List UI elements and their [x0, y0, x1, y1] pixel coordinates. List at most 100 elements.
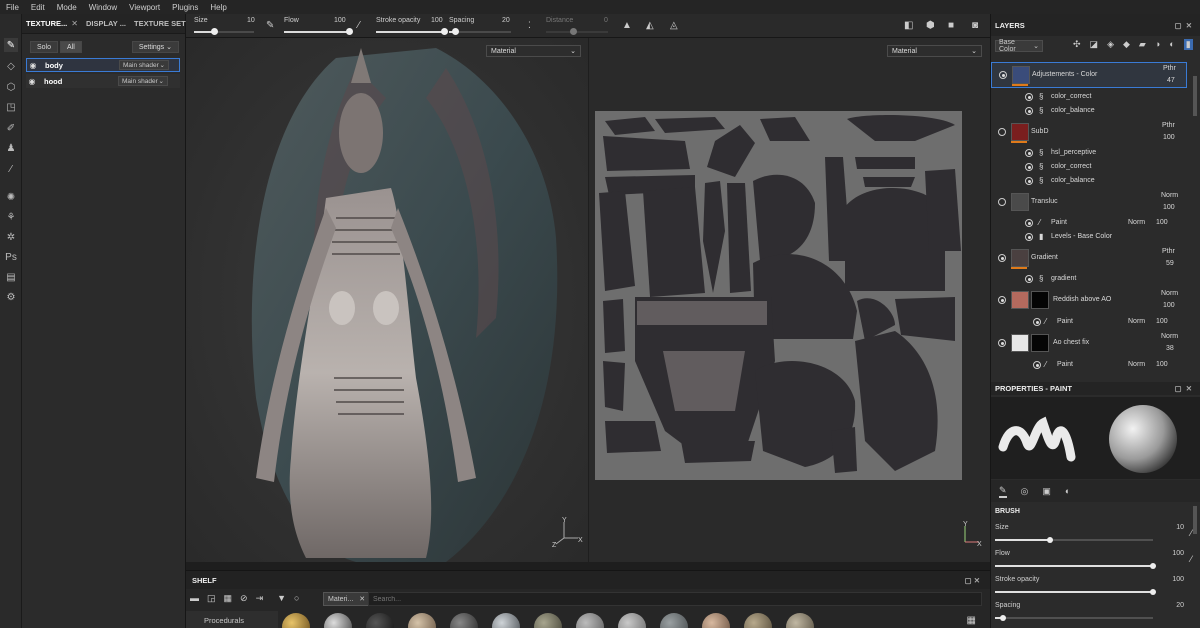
- clone-stamp-icon[interactable]: ♟: [4, 141, 18, 155]
- blend-mode[interactable]: Norm: [1128, 318, 1145, 325]
- pen-pressure-icon[interactable]: ⁄: [358, 20, 360, 31]
- material-thumb-gold[interactable]: [282, 613, 310, 628]
- effect-paint[interactable]: ⁄ Paint Norm 100: [991, 315, 1187, 329]
- smudge-icon[interactable]: ✐: [4, 121, 18, 135]
- grid-view-icon[interactable]: ▦: [967, 615, 976, 626]
- layer-adjustements-color[interactable]: Adjustements - Color Pthr 47: [991, 62, 1187, 88]
- brush-stroke-opacity-knob[interactable]: [1150, 589, 1156, 595]
- brush-spacing-value[interactable]: 20: [1176, 602, 1184, 609]
- size-value[interactable]: 10: [247, 17, 255, 24]
- material-thumb-plaster[interactable]: [618, 613, 646, 628]
- effect-gradient[interactable]: § gradient: [991, 272, 1187, 286]
- brush-flow-knob[interactable]: [1150, 563, 1156, 569]
- tab-texture-set-list[interactable]: TEXTURE...: [22, 19, 71, 28]
- shelf-window-icons[interactable]: ▢ ✕: [965, 576, 980, 585]
- material-thumb-fabric[interactable]: [786, 613, 814, 628]
- projection-icon[interactable]: ⬡: [4, 80, 18, 94]
- brush-icon[interactable]: ✎: [266, 20, 274, 31]
- material-thumb-leather[interactable]: [744, 613, 772, 628]
- effect-opacity[interactable]: 100: [1156, 318, 1168, 325]
- brush-size-value[interactable]: 10: [1176, 524, 1184, 531]
- visibility-eye-icon[interactable]: [1025, 107, 1033, 115]
- viewport-3d[interactable]: Material ⌄ Y X Z: [186, 38, 588, 562]
- menu-mode[interactable]: Mode: [57, 3, 77, 12]
- layer-opacity[interactable]: 38: [1166, 345, 1174, 352]
- add-layer-icon[interactable]: ◑: [1155, 39, 1160, 50]
- viewport-2d[interactable]: Material ⌄ Y X: [589, 38, 990, 562]
- flow-value[interactable]: 100: [334, 17, 346, 24]
- close-icon[interactable]: ✕: [359, 595, 365, 603]
- split-view-icon[interactable]: ◧: [904, 20, 913, 31]
- effect-hsl-perceptive[interactable]: § hsl_perceptive: [991, 146, 1187, 160]
- visibility-eye-icon[interactable]: [998, 296, 1006, 304]
- layer-ao-chest-fix[interactable]: Ao chest fix Norm 38: [991, 331, 1187, 357]
- visibility-eye-icon[interactable]: [999, 71, 1007, 79]
- size-pressure-icon[interactable]: ⁄: [1190, 528, 1192, 538]
- spacing-value[interactable]: 20: [502, 17, 510, 24]
- paint-brush-icon[interactable]: ✎: [4, 38, 18, 52]
- visibility-eye-icon[interactable]: [1025, 233, 1033, 241]
- menu-window[interactable]: Window: [89, 3, 117, 12]
- blend-mode[interactable]: Pthr: [1162, 248, 1175, 255]
- distance-slider-knob[interactable]: [570, 28, 577, 35]
- properties-scrollbar[interactable]: [1193, 506, 1197, 534]
- effect-opacity[interactable]: 100: [1156, 361, 1168, 368]
- effect-color-correct[interactable]: § color_correct: [991, 90, 1187, 104]
- all-button[interactable]: All: [60, 41, 82, 53]
- tab-alpha-icon[interactable]: ◎: [1021, 486, 1029, 497]
- visibility-eye-icon[interactable]: [1025, 93, 1033, 101]
- layer-opacity[interactable]: 100: [1163, 302, 1175, 309]
- delete-layer-icon[interactable]: ▮: [1183, 39, 1193, 50]
- effect-color-correct[interactable]: § color_correct: [991, 160, 1187, 174]
- bake-icon[interactable]: ✺: [4, 190, 18, 204]
- iray-icon[interactable]: ⚘: [4, 210, 18, 224]
- export-icon[interactable]: ▤: [4, 270, 18, 284]
- color-picker-icon[interactable]: ⁄: [4, 162, 18, 176]
- blend-mode[interactable]: Norm: [1128, 219, 1145, 226]
- blend-mode[interactable]: Norm: [1128, 361, 1145, 368]
- screenshot-icon[interactable]: ◙: [972, 20, 978, 31]
- brush-stroke-opacity-value[interactable]: 100: [1172, 576, 1184, 583]
- stroke-opacity-value[interactable]: 100: [431, 17, 443, 24]
- distance-value[interactable]: 0: [604, 17, 608, 24]
- menu-plugins[interactable]: Plugins: [172, 3, 198, 12]
- tab-material-icon[interactable]: ◐: [1065, 486, 1070, 496]
- distance-slider[interactable]: [546, 31, 608, 33]
- add-effect-icon[interactable]: ✣: [1073, 39, 1081, 50]
- blend-mode[interactable]: Norm: [1161, 192, 1178, 199]
- layer-transluc[interactable]: Transluc Norm 100: [991, 190, 1187, 216]
- material-mode-select-3d[interactable]: Material ⌄: [486, 45, 581, 57]
- settings-dropdown[interactable]: Settings ⌄: [131, 41, 179, 53]
- visibility-eye-icon[interactable]: [998, 128, 1006, 136]
- duplicate-icon[interactable]: ◐: [1169, 39, 1174, 50]
- hide-icon[interactable]: ⊘: [240, 593, 248, 604]
- material-thumb-stone[interactable]: [534, 613, 562, 628]
- stroke-opacity-knob[interactable]: [441, 28, 448, 35]
- texture-set-row-body[interactable]: ◉ body Main shader ⌄: [26, 58, 180, 72]
- visibility-eye-icon[interactable]: [1025, 275, 1033, 283]
- layer-opacity[interactable]: 100: [1163, 204, 1175, 211]
- material-thumb-aluminium[interactable]: [660, 613, 688, 628]
- shader-select[interactable]: Main shader ⌄: [118, 76, 168, 86]
- menu-file[interactable]: File: [6, 3, 19, 12]
- visibility-eye-icon[interactable]: [1033, 318, 1041, 326]
- brush-spacing-knob[interactable]: [1000, 615, 1006, 621]
- brush-size-knob[interactable]: [1047, 537, 1053, 543]
- tab-stencil-icon[interactable]: ▣: [1042, 486, 1051, 497]
- symmetry-mirror-icon[interactable]: ◭: [646, 20, 654, 31]
- material-thumb-iron[interactable]: [450, 613, 478, 628]
- layer-opacity[interactable]: 47: [1167, 77, 1175, 84]
- blend-mode[interactable]: Norm: [1161, 333, 1178, 340]
- spacing-slider-knob[interactable]: [452, 28, 459, 35]
- import-icon[interactable]: ⇥: [256, 593, 264, 604]
- visibility-eye-icon[interactable]: [1025, 177, 1033, 185]
- flow-pressure-icon[interactable]: ⁄: [1190, 554, 1192, 564]
- layer-subd[interactable]: SubD Pthr 100: [991, 120, 1187, 146]
- filter-icon[interactable]: ▼: [277, 593, 286, 604]
- effect-color-balance[interactable]: § color_balance: [991, 104, 1187, 118]
- visibility-eye-icon[interactable]: [1025, 219, 1033, 227]
- add-mask-icon[interactable]: ◪: [1090, 39, 1099, 50]
- new-folder-icon[interactable]: ◲: [207, 593, 216, 604]
- layer-gradient[interactable]: Gradient Pthr 59: [991, 246, 1187, 272]
- panel-window-icons[interactable]: ▢ ✕: [1174, 21, 1192, 30]
